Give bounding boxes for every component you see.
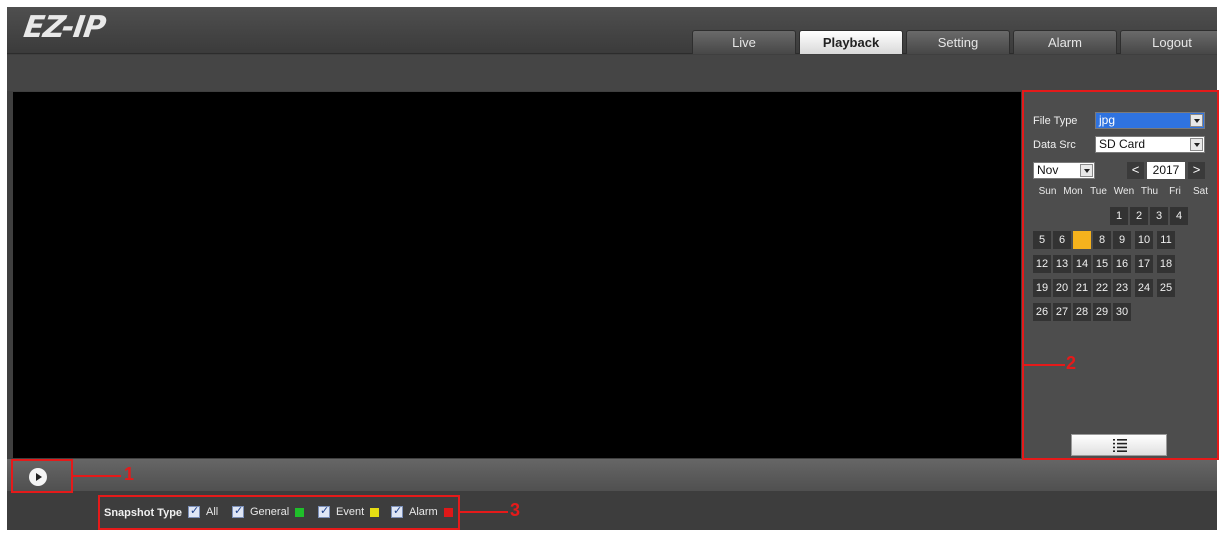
header: EZ-IP Live Playback Setting Alarm Logout <box>7 7 1217 54</box>
calendar-day[interactable]: 24 <box>1135 279 1153 297</box>
calendar-day[interactable]: 29 <box>1093 303 1111 321</box>
file-type-label: File Type <box>1033 115 1078 127</box>
year-display: 2017 <box>1147 162 1185 179</box>
calendar-day[interactable]: 8 <box>1093 231 1111 249</box>
main-nav-tabs: Live Playback Setting Alarm Logout <box>692 30 1217 54</box>
file-type-value: jpg <box>1099 113 1116 127</box>
calendar-day[interactable]: 28 <box>1073 303 1091 321</box>
annotation-number-3: 3 <box>510 500 521 520</box>
list-icon <box>1113 439 1127 452</box>
calendar-day[interactable]: 5 <box>1033 231 1051 249</box>
calendar-day[interactable]: 20 <box>1053 279 1071 297</box>
calendar-day[interactable]: 14 <box>1073 255 1091 273</box>
checkbox-event[interactable] <box>318 504 330 518</box>
calendar-day[interactable]: 9 <box>1113 231 1131 249</box>
snapshot-type-bar: Snapshot Type All General Event Alarm <box>7 491 1217 530</box>
play-button[interactable] <box>29 468 47 486</box>
playback-app: EZ-IP Live Playback Setting Alarm Logout… <box>7 7 1217 530</box>
weekday-label: Mon <box>1063 186 1083 197</box>
annotation-line-1 <box>73 475 121 477</box>
calendar-day[interactable]: 23 <box>1113 279 1131 297</box>
data-src-select[interactable]: SD Card <box>1095 136 1205 153</box>
toolbar-strip <box>7 55 1217 91</box>
annotation-number-1: 1 <box>124 464 135 484</box>
tab-logout[interactable]: Logout <box>1120 30 1217 54</box>
file-list-button[interactable] <box>1071 434 1167 456</box>
calendar-day[interactable]: 21 <box>1073 279 1091 297</box>
annotation-number-2: 2 <box>1066 353 1077 373</box>
calendar-day[interactable]: 30 <box>1113 303 1131 321</box>
search-panel: File Type jpg Data Src SD Card Nov < 201… <box>1024 91 1217 461</box>
calendar-day[interactable]: 15 <box>1093 255 1111 273</box>
calendar-day[interactable]: 22 <box>1093 279 1111 297</box>
filter-label: Alarm <box>409 506 438 518</box>
snapshot-filter-alarm[interactable]: Alarm <box>391 504 453 519</box>
calendar-day[interactable]: 25 <box>1157 279 1175 297</box>
checkbox-general[interactable] <box>232 504 244 518</box>
weekday-label: Tue <box>1090 186 1107 197</box>
filter-label: General <box>250 506 290 518</box>
snapshot-filter-all[interactable]: All <box>188 504 219 519</box>
prev-year-button[interactable]: < <box>1127 162 1144 179</box>
weekday-header: Sun Mon Tue Wen Thu Fri Sat <box>1036 186 1212 197</box>
checkbox-alarm[interactable] <box>391 504 403 518</box>
snapshot-filter-event[interactable]: Event <box>318 504 380 519</box>
playback-control-bar <box>7 459 1217 491</box>
calendar-day[interactable]: 4 <box>1170 207 1188 225</box>
calendar-day[interactable]: 27 <box>1053 303 1071 321</box>
snapshot-type-label: Snapshot Type <box>104 507 183 519</box>
calendar-day[interactable]: 19 <box>1033 279 1051 297</box>
calendar-day[interactable]: 17 <box>1135 255 1153 273</box>
logo: EZ-IP <box>21 10 108 45</box>
month-value: Nov <box>1037 163 1059 177</box>
chevron-down-icon <box>1190 138 1203 151</box>
data-src-label: Data Src <box>1033 139 1076 151</box>
calendar-day[interactable]: 12 <box>1033 255 1051 273</box>
annotation-line-2 <box>1024 364 1065 366</box>
calendar-day[interactable]: 26 <box>1033 303 1051 321</box>
tab-alarm[interactable]: Alarm <box>1013 30 1117 54</box>
calendar-day[interactable]: 10 <box>1135 231 1153 249</box>
filter-label: All <box>206 506 219 518</box>
annotation-line-3 <box>460 511 508 513</box>
alarm-color-swatch <box>443 507 453 517</box>
weekday-label: Fri <box>1169 186 1181 197</box>
calendar-day[interactable]: 6 <box>1053 231 1071 249</box>
general-color-swatch <box>295 507 305 517</box>
chevron-down-icon <box>1080 164 1093 177</box>
next-year-button[interactable]: > <box>1188 162 1205 179</box>
calendar-day[interactable]: 13 <box>1053 255 1071 273</box>
tab-playback[interactable]: Playback <box>799 30 903 54</box>
event-color-swatch <box>370 507 380 517</box>
tab-setting[interactable]: Setting <box>906 30 1010 54</box>
month-select[interactable]: Nov <box>1033 162 1095 179</box>
snapshot-filter-general[interactable]: General <box>232 504 305 519</box>
data-src-value: SD Card <box>1099 137 1146 151</box>
calendar-day[interactable]: 18 <box>1157 255 1175 273</box>
calendar-day[interactable]: 1 <box>1110 207 1128 225</box>
calendar-day[interactable]: 16 <box>1113 255 1131 273</box>
checkbox-all[interactable] <box>188 504 200 518</box>
calendar-day[interactable]: 3 <box>1150 207 1168 225</box>
weekday-label: Thu <box>1140 186 1159 197</box>
weekday-label: Sat <box>1192 186 1208 197</box>
file-type-select[interactable]: jpg <box>1095 112 1205 129</box>
calendar-day-selected[interactable]: 7 <box>1073 231 1091 249</box>
filter-label: Event <box>336 506 365 518</box>
weekday-label: Sun <box>1038 186 1057 197</box>
calendar-day[interactable]: 11 <box>1157 231 1175 249</box>
weekday-label: Wen <box>1113 186 1135 197</box>
calendar-day[interactable]: 2 <box>1130 207 1148 225</box>
tab-live[interactable]: Live <box>692 30 796 54</box>
video-playback-area[interactable] <box>13 92 1021 458</box>
chevron-down-icon <box>1190 114 1203 127</box>
